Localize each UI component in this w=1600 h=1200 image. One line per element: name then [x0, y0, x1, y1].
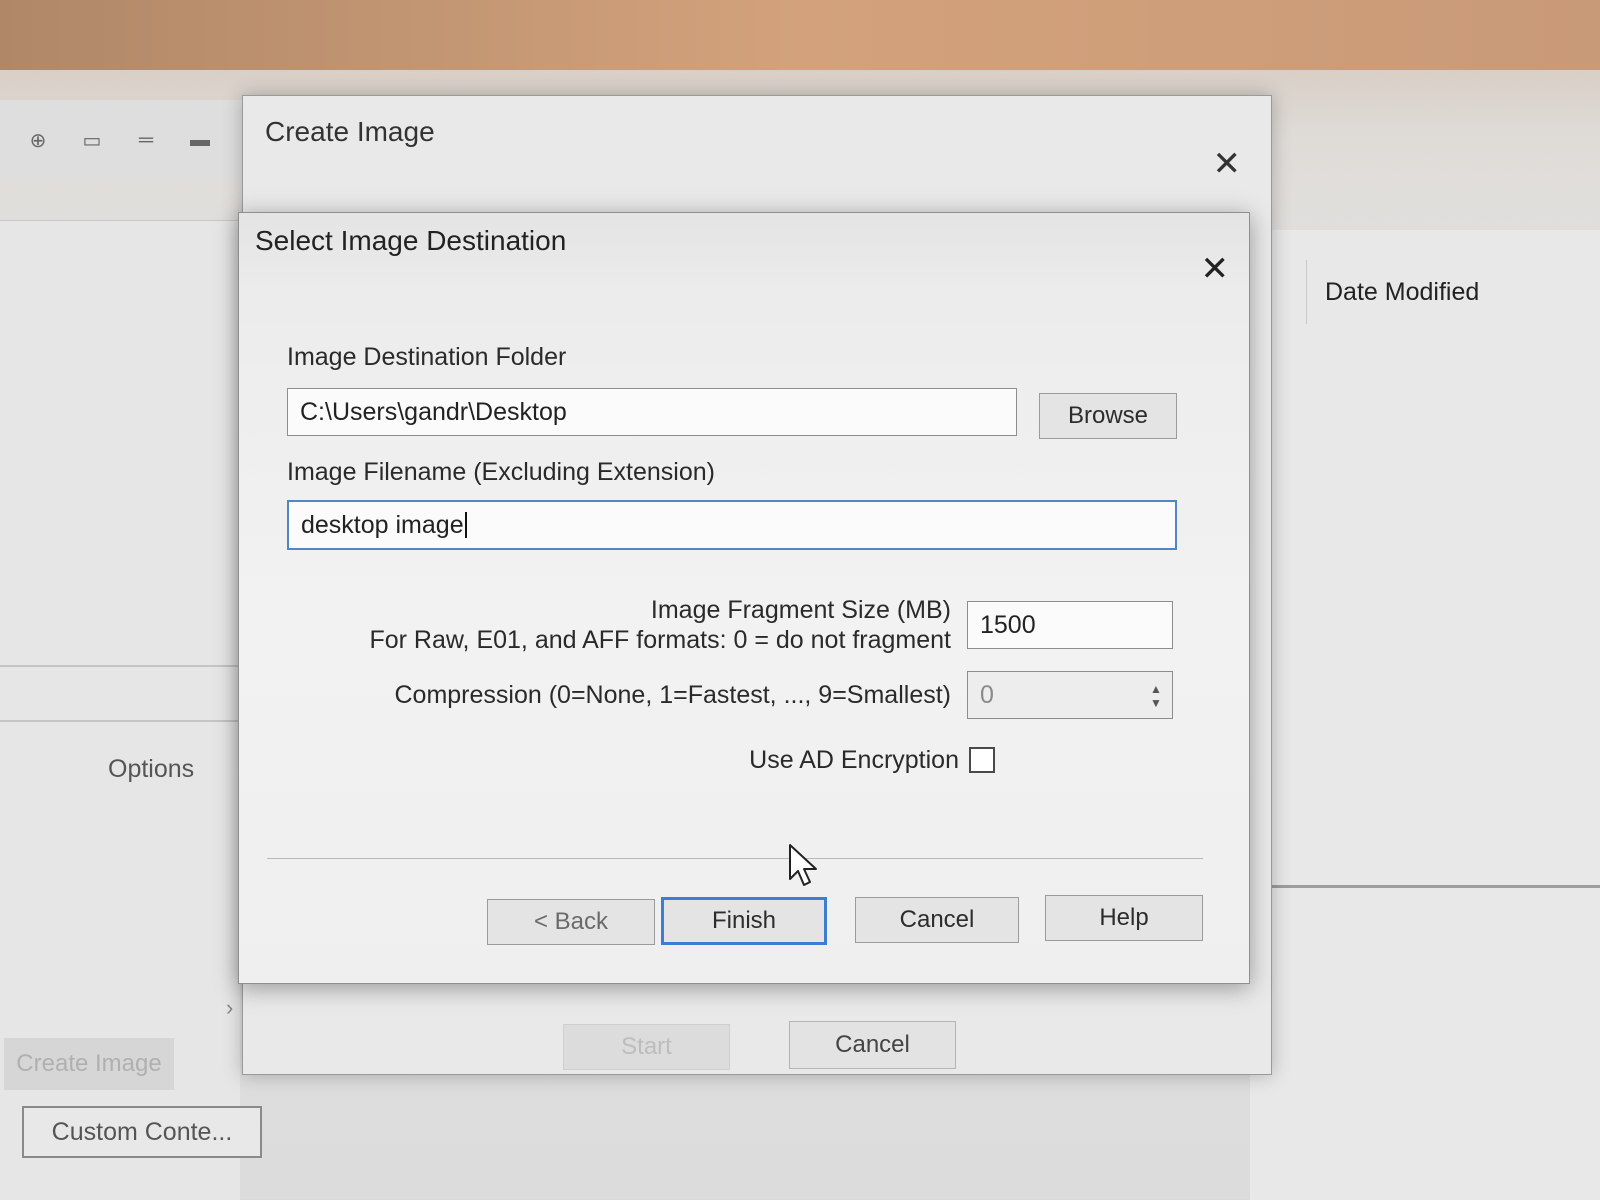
- options-label: Options: [108, 755, 195, 783]
- date-modified-column-header[interactable]: Date Modified: [1306, 260, 1600, 324]
- cancel-button[interactable]: Cancel: [789, 1021, 956, 1069]
- fragment-size-label: Image Fragment Size (MB) For Raw, E01, a…: [349, 595, 951, 655]
- compression-spinner[interactable]: 0 ▲ ▼: [967, 671, 1173, 719]
- cancel-button[interactable]: Cancel: [855, 897, 1019, 943]
- add-evidence-icon[interactable]: ⊕: [20, 128, 56, 152]
- spin-down-icon[interactable]: ▼: [1150, 696, 1162, 710]
- fragment-size-input[interactable]: 1500: [967, 601, 1173, 649]
- button-separator: [267, 858, 1203, 859]
- destination-folder-value: C:\Users\gandr\Desktop: [300, 397, 567, 426]
- custom-content-button[interactable]: Custom Conte...: [22, 1106, 262, 1158]
- left-panel-divider: [0, 665, 240, 667]
- mouse-cursor-icon: [789, 844, 817, 886]
- panel-divider: [1230, 885, 1600, 888]
- ad-encryption-label: Use AD Encryption: [749, 746, 959, 774]
- dialog-title: Select Image Destination: [255, 225, 567, 256]
- create-image-button[interactable]: Create Image: [4, 1038, 174, 1090]
- compression-label: Compression (0=None, 1=Fastest, ..., 9=S…: [394, 681, 952, 709]
- app-title-bar: [0, 0, 1600, 70]
- dialog-title: Create Image: [265, 116, 435, 147]
- spin-up-icon[interactable]: ▲: [1150, 682, 1162, 696]
- start-button[interactable]: Start: [563, 1024, 730, 1070]
- fragment-size-value: 1500: [980, 610, 1036, 639]
- image-filename-input[interactable]: desktop image: [287, 500, 1177, 550]
- device-icon[interactable]: ▬: [182, 128, 218, 152]
- text-caret: [464, 512, 467, 538]
- toolbar: ⊕ ▭ ═ ▬: [0, 100, 245, 180]
- destination-folder-label: Image Destination Folder: [287, 343, 567, 371]
- ad-encryption-checkbox[interactable]: [969, 747, 995, 773]
- select-image-destination-dialog: Select Image Destination ✕ Image Destina…: [238, 212, 1250, 984]
- image-filename-label: Image Filename (Excluding Extension): [287, 458, 715, 486]
- file-list-panel: [1250, 230, 1600, 1200]
- spinner-arrows[interactable]: ▲ ▼: [1144, 676, 1168, 716]
- fragment-size-label-line1: Image Fragment Size (MB): [650, 596, 951, 624]
- remove-icon[interactable]: ═: [128, 128, 164, 152]
- close-icon[interactable]: ✕: [1201, 249, 1230, 289]
- left-panel-divider: [0, 720, 240, 722]
- finish-button[interactable]: Finish: [661, 897, 827, 945]
- close-icon[interactable]: ✕: [1213, 144, 1242, 184]
- help-button[interactable]: Help: [1045, 895, 1203, 941]
- chevron-right-icon[interactable]: ›: [226, 995, 233, 1021]
- image-filename-value: desktop image: [301, 510, 464, 539]
- destination-folder-input[interactable]: C:\Users\gandr\Desktop: [287, 388, 1017, 436]
- drive-icon[interactable]: ▭: [74, 128, 110, 152]
- back-button[interactable]: < Back: [487, 899, 655, 945]
- compression-value: 0: [980, 680, 994, 709]
- fragment-size-label-line2: For Raw, E01, and AFF formats: 0 = do no…: [369, 626, 951, 654]
- browse-button[interactable]: Browse: [1039, 393, 1177, 439]
